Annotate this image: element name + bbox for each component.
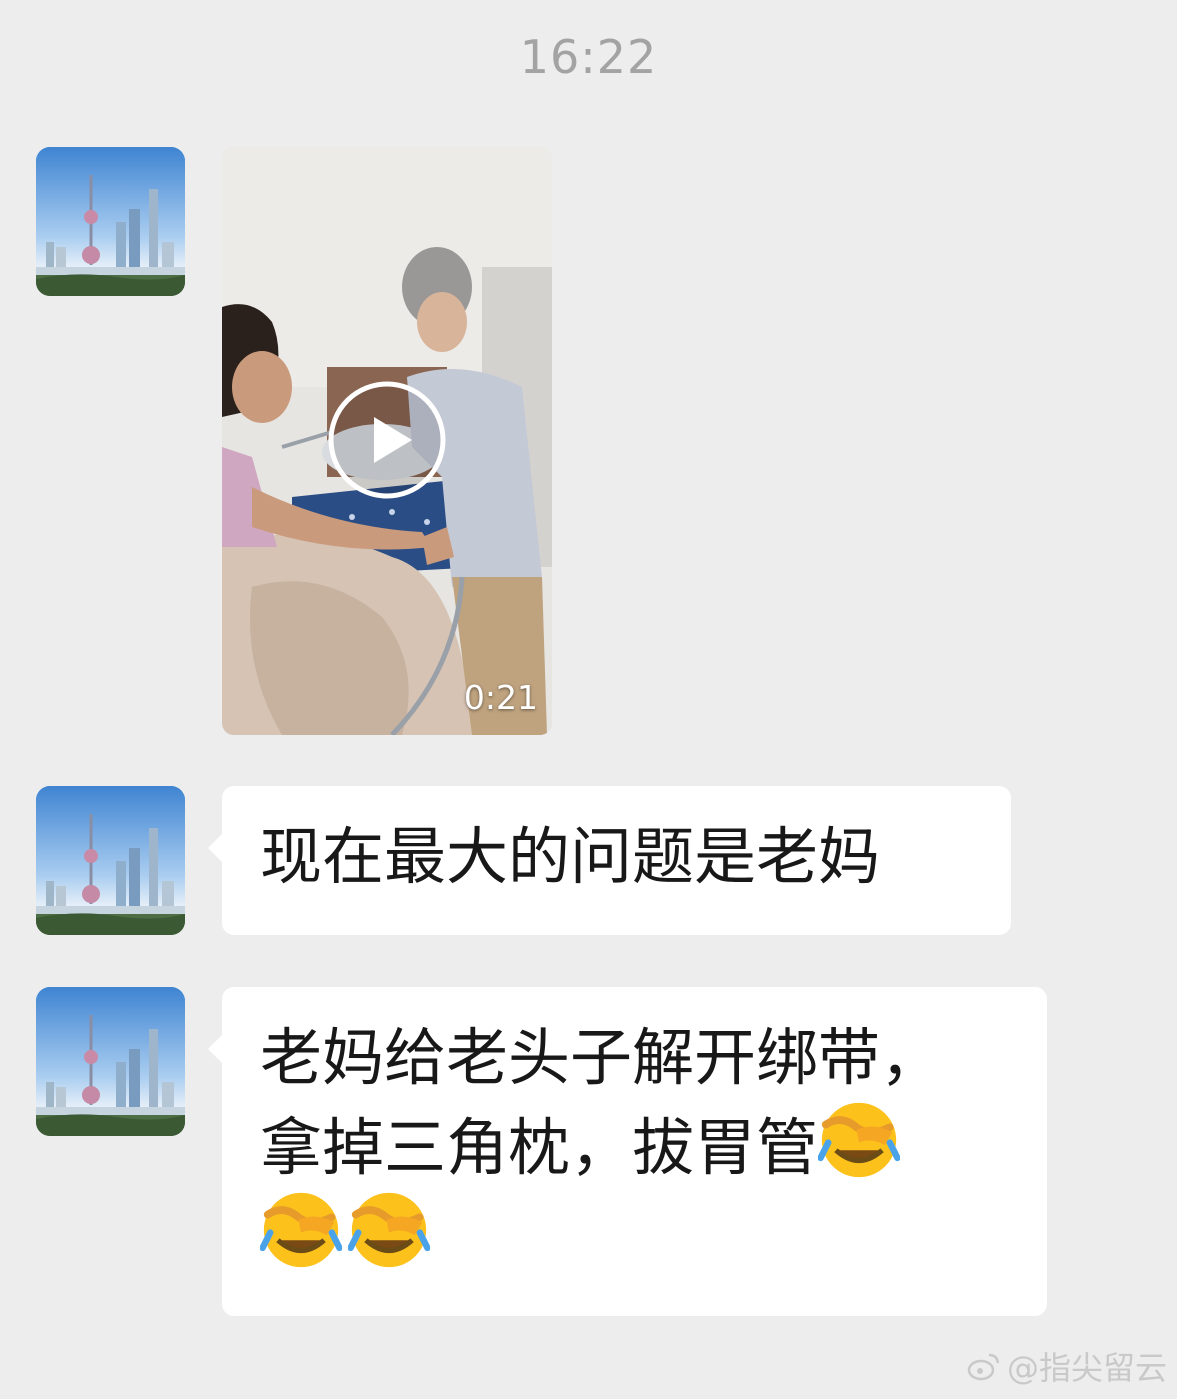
sender-avatar[interactable]: [36, 147, 185, 296]
text-message-bubble[interactable]: 老妈给老头子解开绑带， 拿掉三角枕，拔胃管: [208, 987, 1047, 1316]
face-with-tears-covering-eyes-icon: [818, 1102, 901, 1178]
message-text: 现在最大的问题是老妈: [260, 820, 881, 893]
video-message[interactable]: 0:21: [222, 147, 552, 735]
emoji-line: [260, 1189, 1009, 1279]
text-message-bubble[interactable]: 现在最大的问题是老妈: [208, 786, 1011, 935]
chat-timestamp: 16:22: [519, 30, 658, 84]
face-with-tears-covering-eyes-icon: [260, 1192, 342, 1268]
message-line: 老妈给老头子解开绑带，: [260, 1021, 943, 1094]
face-with-tears-covering-eyes-icon: [348, 1192, 430, 1268]
sender-avatar[interactable]: [36, 987, 185, 1136]
message-line: 拿掉三角枕，拔胃管: [260, 1111, 819, 1184]
watermark: @指尖留云: [967, 1343, 1167, 1389]
video-duration: 0:21: [463, 678, 538, 717]
play-icon[interactable]: [326, 379, 448, 501]
weibo-logo-icon: [967, 1353, 1000, 1381]
message-line-with-emoji: 拿掉三角枕，拔胃管: [260, 1099, 1009, 1189]
watermark-text: @指尖留云: [1006, 1349, 1167, 1387]
sender-avatar[interactable]: [36, 786, 185, 935]
